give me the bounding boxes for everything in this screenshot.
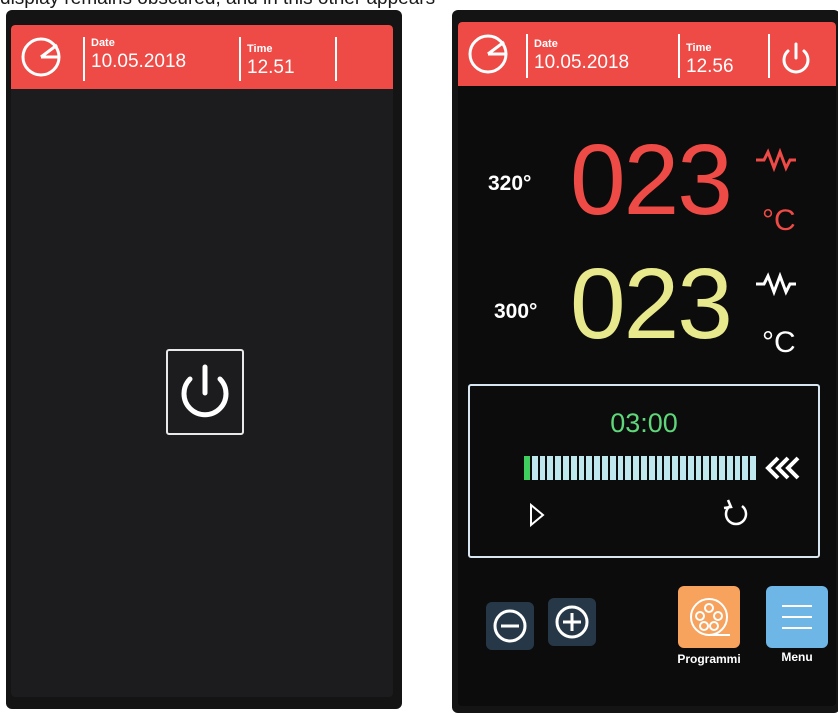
device-running: Date 10.05.2018 Time 12.56 320° 023 °C 3…: [452, 10, 838, 713]
running-screen: Date 10.05.2018 Time 12.56 320° 023 °C 3…: [458, 22, 836, 706]
menu-lines-icon: [782, 605, 812, 629]
clock-icon[interactable]: [19, 35, 63, 79]
progress-segment: [750, 456, 756, 480]
header-divider: [768, 34, 770, 78]
date-value: 10.05.2018: [91, 51, 187, 72]
progress-segment: [703, 456, 710, 480]
time-label: Time: [247, 43, 273, 55]
power-on-button[interactable]: [166, 349, 244, 435]
timer-value[interactable]: 03:00: [470, 408, 818, 439]
progress-segment: [594, 456, 600, 480]
progress-segment: [586, 456, 593, 480]
progress-segment: [539, 456, 546, 480]
date-label: Date: [534, 38, 558, 50]
rewind-icon[interactable]: [764, 456, 808, 480]
header-divider: [526, 34, 528, 78]
header-divider: [83, 37, 85, 81]
heater-icon: [756, 272, 796, 296]
header-divider: [239, 37, 241, 81]
programs-button[interactable]: [678, 586, 740, 648]
progress-segment: [648, 456, 655, 480]
progress-segment: [625, 456, 632, 480]
progress-segment: [609, 456, 616, 480]
time-value: 12.56: [686, 56, 734, 77]
progress-segment: [562, 456, 569, 480]
time-label: Time: [686, 42, 712, 54]
progress-segment: [531, 456, 538, 480]
reset-icon[interactable]: [722, 498, 750, 528]
header-divider: [335, 37, 337, 81]
top-unit: °C: [762, 204, 796, 237]
progress-segment: [734, 456, 741, 480]
minus-icon: [493, 609, 527, 643]
standby-screen: Date 10.05.2018 Time 12.51: [11, 25, 393, 697]
progress-segment: [633, 456, 639, 480]
progress-segment: [524, 456, 530, 480]
device-standby: Date 10.05.2018 Time 12.51: [6, 10, 402, 709]
programs-label: Programmi: [677, 652, 741, 666]
progress-segment: [656, 456, 663, 480]
header-bar: Date 10.05.2018 Time 12.51: [11, 25, 393, 89]
progress-segment: [640, 456, 647, 480]
date-label: Date: [91, 37, 115, 49]
clock-icon[interactable]: [466, 32, 510, 76]
progress-segment: [742, 456, 749, 480]
page-caption: display remains obscured, and in this ot…: [0, 0, 838, 8]
timer-progress-bar: [524, 456, 756, 480]
decrease-button[interactable]: [486, 602, 534, 650]
bottom-setpoint[interactable]: 300°: [494, 300, 537, 324]
progress-segment: [547, 456, 554, 480]
progress-segment: [726, 456, 733, 480]
bottom-temperature: 023: [570, 248, 733, 360]
top-temperature: 023: [570, 124, 733, 236]
progress-segment: [672, 456, 678, 480]
power-icon[interactable]: [778, 40, 814, 76]
play-icon[interactable]: [528, 502, 546, 528]
progress-segment: [617, 456, 624, 480]
plus-icon: [555, 605, 589, 639]
progress-segment: [679, 456, 686, 480]
top-setpoint[interactable]: 320°: [488, 172, 531, 196]
timer-panel: 03:00: [468, 384, 820, 558]
progress-segment: [687, 456, 694, 480]
progress-segment: [664, 456, 671, 480]
progress-segment: [578, 456, 585, 480]
program-reel-icon: [690, 598, 730, 636]
progress-segment: [711, 456, 717, 480]
progress-segment: [570, 456, 577, 480]
menu-button[interactable]: [766, 586, 828, 648]
progress-segment: [601, 456, 608, 480]
heater-icon: [756, 148, 796, 172]
menu-label: Menu: [781, 650, 813, 664]
progress-segment: [695, 456, 702, 480]
bottom-unit: °C: [762, 326, 796, 359]
progress-segment: [555, 456, 561, 480]
progress-segment: [718, 456, 725, 480]
time-value: 12.51: [247, 57, 295, 78]
increase-button[interactable]: [548, 598, 596, 646]
power-icon: [181, 364, 229, 418]
date-value: 10.05.2018: [534, 52, 630, 73]
header-bar: Date 10.05.2018 Time 12.56: [458, 22, 836, 86]
header-divider: [678, 34, 680, 78]
